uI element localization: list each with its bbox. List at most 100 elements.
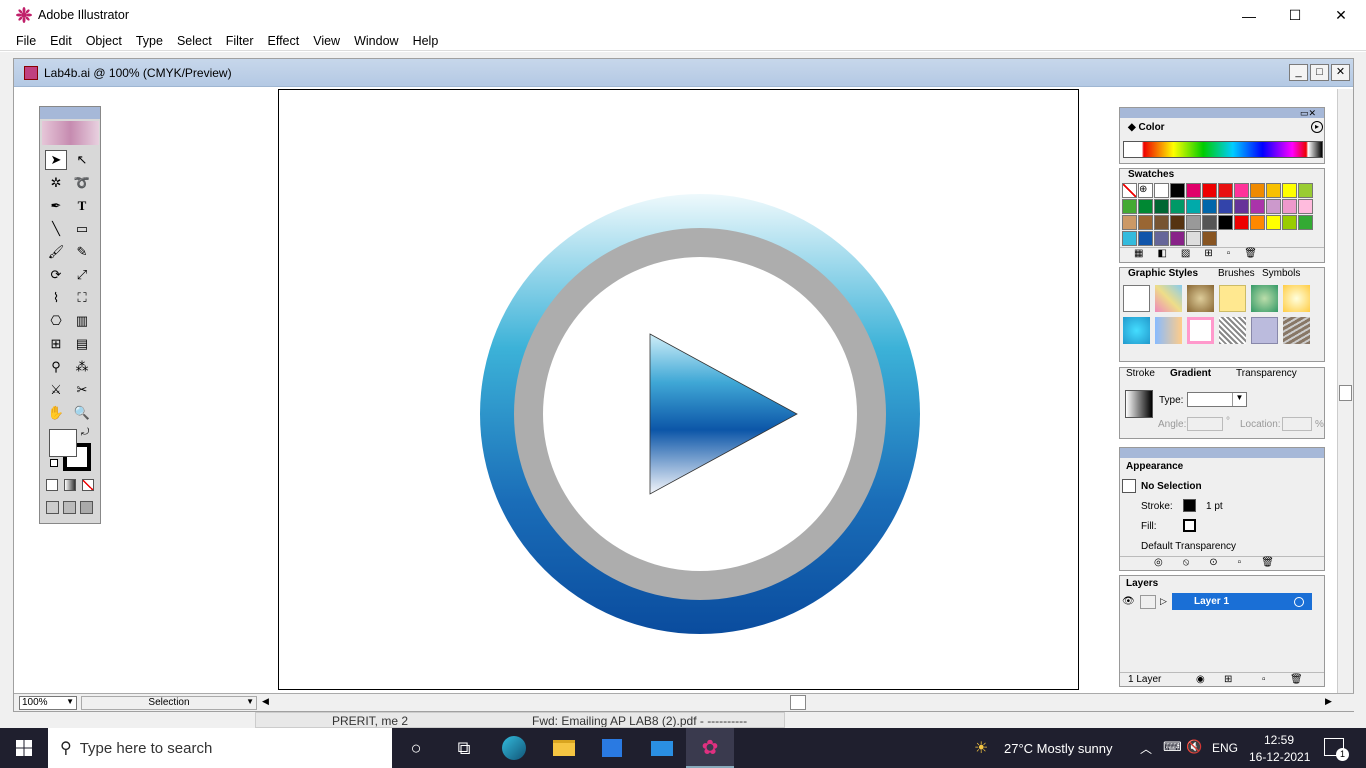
new-swatch-icon[interactable]: ▫ bbox=[1227, 248, 1231, 262]
swap-colors-icon[interactable]: ⤾ bbox=[81, 427, 89, 438]
swatch[interactable] bbox=[1186, 183, 1201, 198]
style-swatch[interactable] bbox=[1187, 317, 1214, 344]
swatch[interactable] bbox=[1218, 199, 1233, 214]
style-swatch[interactable] bbox=[1123, 317, 1150, 344]
swatch[interactable] bbox=[1186, 199, 1201, 214]
swatch[interactable] bbox=[1250, 215, 1265, 230]
show-gradient-icon[interactable]: ▨ bbox=[1181, 248, 1190, 262]
close-button[interactable]: ✕ bbox=[1318, 0, 1364, 31]
zoom-select[interactable]: 100% ▼ bbox=[19, 696, 77, 710]
task-view-icon[interactable]: ⧉ bbox=[440, 728, 488, 768]
warp-tool-icon[interactable]: ⌇ bbox=[45, 288, 67, 308]
visibility-eye-icon[interactable]: 👁 bbox=[1122, 596, 1140, 607]
mail-icon[interactable] bbox=[638, 728, 686, 768]
microsoft-store-icon[interactable] bbox=[588, 728, 636, 768]
swatch[interactable] bbox=[1170, 215, 1185, 230]
style-swatch[interactable] bbox=[1155, 285, 1182, 312]
fill-swatch[interactable] bbox=[49, 429, 77, 457]
zoom-tool-icon[interactable]: 🔍 bbox=[71, 403, 93, 423]
style-swatch[interactable] bbox=[1155, 317, 1182, 344]
swatch[interactable] bbox=[1218, 183, 1233, 198]
swatches-tab[interactable]: Swatches bbox=[1128, 169, 1174, 183]
location-input[interactable] bbox=[1282, 417, 1312, 431]
swatch[interactable] bbox=[1202, 183, 1217, 198]
direct-selection-tool-icon[interactable]: ↖ bbox=[71, 150, 93, 170]
swatch[interactable] bbox=[1170, 199, 1185, 214]
swatch[interactable] bbox=[1202, 231, 1217, 246]
swatch[interactable] bbox=[1234, 215, 1249, 230]
swatch[interactable] bbox=[1298, 183, 1313, 198]
gradient-type-select[interactable]: ▼ bbox=[1187, 392, 1247, 407]
blend-tool-icon[interactable]: ⁂ bbox=[71, 357, 93, 377]
scissors-tool-icon[interactable]: ✂ bbox=[71, 380, 93, 400]
swatch[interactable] bbox=[1122, 231, 1137, 246]
angle-input[interactable] bbox=[1187, 417, 1223, 431]
reduce-basic-icon[interactable]: ⊙ bbox=[1209, 557, 1217, 570]
layers-tab[interactable]: Layers bbox=[1126, 578, 1158, 592]
brushes-tab[interactable]: Brushes bbox=[1218, 268, 1255, 282]
swatch[interactable] bbox=[1122, 215, 1137, 230]
slice-tool-icon[interactable]: ⚔ bbox=[45, 380, 67, 400]
line-tool-icon[interactable]: ╲ bbox=[45, 219, 67, 239]
expand-triangle-icon[interactable]: ▷ bbox=[1160, 596, 1172, 607]
scale-tool-icon[interactable]: ⤢ bbox=[71, 265, 93, 285]
language-indicator[interactable]: ENG bbox=[1212, 741, 1238, 755]
gradient-tab[interactable]: Gradient bbox=[1170, 368, 1211, 382]
swatch[interactable] bbox=[1186, 231, 1201, 246]
panel-close-icon[interactable]: ▭✕ bbox=[1300, 108, 1316, 119]
free-transform-tool-icon[interactable]: ⛶ bbox=[71, 288, 93, 308]
file-explorer-icon[interactable] bbox=[540, 728, 588, 768]
swatch[interactable] bbox=[1170, 231, 1185, 246]
doc-maximize-button[interactable]: □ bbox=[1310, 64, 1329, 81]
weather-text[interactable]: 27°C Mostly sunny bbox=[1004, 741, 1113, 756]
menu-filter[interactable]: Filter bbox=[219, 34, 261, 48]
network-icon[interactable]: ⌨ bbox=[1163, 739, 1182, 755]
swatch[interactable] bbox=[1218, 215, 1233, 230]
delete-swatch-icon[interactable]: 🗑 bbox=[1244, 248, 1257, 262]
swatch[interactable] bbox=[1138, 215, 1153, 230]
style-swatch[interactable] bbox=[1283, 285, 1310, 312]
vertical-scroll-thumb[interactable] bbox=[1339, 385, 1352, 401]
minimize-button[interactable]: — bbox=[1226, 0, 1272, 31]
graphic-styles-tab[interactable]: Graphic Styles bbox=[1128, 268, 1198, 282]
swatch[interactable] bbox=[1154, 231, 1169, 246]
magic-wand-tool-icon[interactable]: ✲ bbox=[45, 173, 67, 193]
color-panel-menu-icon[interactable]: ▸ bbox=[1311, 121, 1323, 133]
clock-date[interactable]: 16-12-2021 bbox=[1249, 750, 1310, 764]
swatch[interactable] bbox=[1298, 199, 1313, 214]
style-swatch[interactable] bbox=[1283, 317, 1310, 344]
delete-layer-icon[interactable]: 🗑 bbox=[1290, 674, 1303, 685]
swatch[interactable] bbox=[1154, 199, 1169, 214]
transparency-tab[interactable]: Transparency bbox=[1236, 368, 1297, 382]
full-screen-menu-mode-icon[interactable] bbox=[63, 501, 76, 514]
windows-start-icon[interactable] bbox=[0, 728, 48, 768]
doc-minimize-button[interactable]: _ bbox=[1289, 64, 1308, 81]
mesh-tool-icon[interactable]: ⊞ bbox=[45, 334, 67, 354]
type-tool-icon[interactable]: T bbox=[71, 196, 93, 216]
swatch[interactable] bbox=[1202, 215, 1217, 230]
menu-object[interactable]: Object bbox=[79, 34, 129, 48]
target-circle-icon[interactable] bbox=[1294, 596, 1304, 607]
rotate-tool-icon[interactable]: ⟳ bbox=[45, 265, 67, 285]
show-hidden-icons-icon[interactable]: ︿ bbox=[1140, 740, 1152, 757]
style-swatch[interactable] bbox=[1251, 285, 1278, 312]
swatch-none[interactable] bbox=[1122, 183, 1137, 198]
swatch[interactable] bbox=[1298, 215, 1313, 230]
default-colors-icon[interactable] bbox=[50, 459, 58, 467]
illustrator-taskbar-icon[interactable]: ✿ bbox=[686, 728, 734, 768]
swatch[interactable] bbox=[1186, 215, 1201, 230]
menu-file[interactable]: File bbox=[9, 34, 43, 48]
swatch[interactable] bbox=[1266, 183, 1281, 198]
swatch[interactable] bbox=[1234, 183, 1249, 198]
new-art-icon[interactable]: ◎ bbox=[1154, 557, 1163, 570]
scroll-left-icon[interactable]: ◀ bbox=[262, 696, 269, 707]
hand-tool-icon[interactable]: ✋ bbox=[45, 403, 67, 423]
show-kinds-icon[interactable]: ▦ bbox=[1134, 248, 1143, 262]
gradient-preview[interactable] bbox=[1125, 390, 1153, 418]
clock-time[interactable]: 12:59 bbox=[1264, 733, 1294, 747]
menu-view[interactable]: View bbox=[306, 34, 347, 48]
layer-name-highlight[interactable]: Layer 1 bbox=[1172, 593, 1312, 610]
new-sublayer-icon[interactable]: ⊞ bbox=[1224, 674, 1232, 685]
style-swatch[interactable] bbox=[1219, 317, 1246, 344]
menu-select[interactable]: Select bbox=[170, 34, 219, 48]
